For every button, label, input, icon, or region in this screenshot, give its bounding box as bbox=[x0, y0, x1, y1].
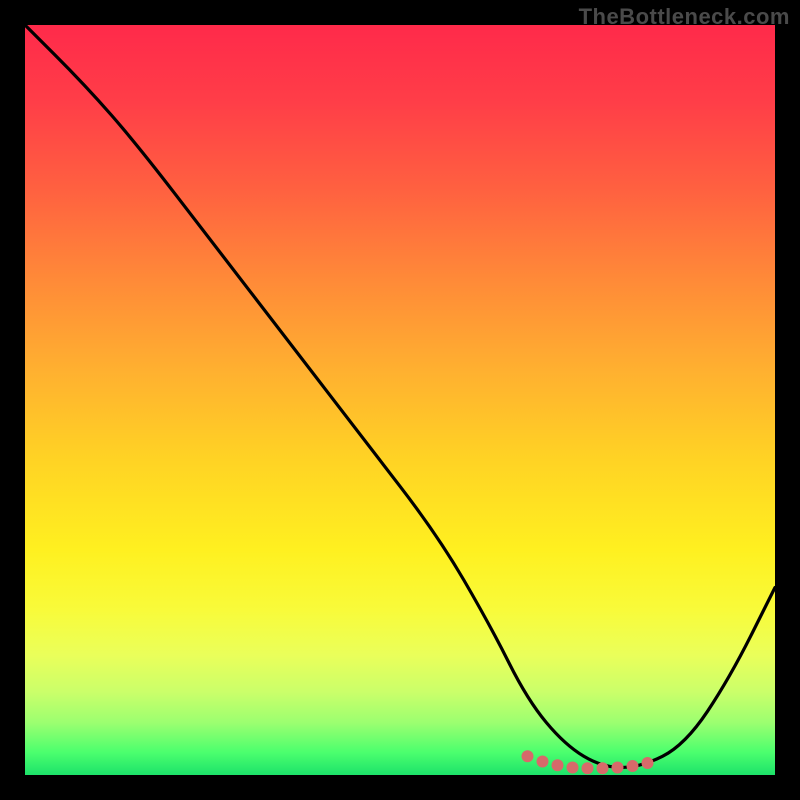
optimal-dot bbox=[552, 759, 564, 771]
optimal-dot bbox=[612, 762, 624, 774]
optimal-dot bbox=[537, 756, 549, 768]
optimal-dot bbox=[642, 757, 654, 769]
optimal-dot bbox=[567, 762, 579, 774]
chart-frame: TheBottleneck.com bbox=[0, 0, 800, 800]
curve-layer bbox=[25, 25, 775, 775]
optimal-dot bbox=[597, 762, 609, 774]
optimal-dot bbox=[627, 760, 639, 772]
optimal-dot bbox=[582, 762, 594, 774]
gradient-plot-area bbox=[25, 25, 775, 775]
optimal-range-dots bbox=[522, 750, 654, 774]
optimal-dot bbox=[522, 750, 534, 762]
bottleneck-curve-path bbox=[25, 25, 775, 768]
